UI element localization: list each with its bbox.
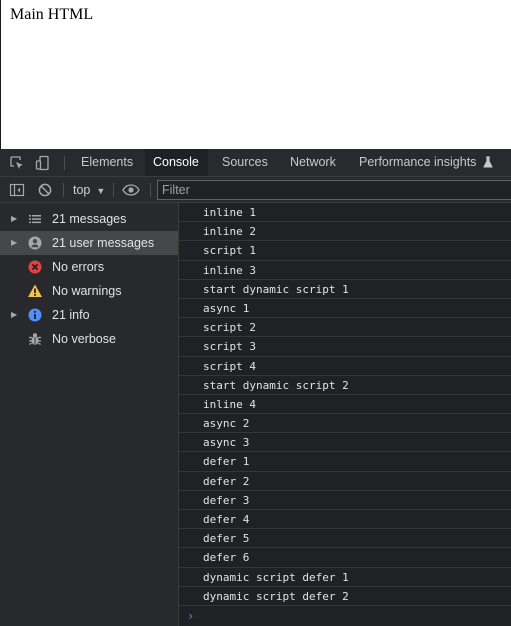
console-message: script 1 — [179, 241, 511, 261]
info-icon — [27, 307, 43, 323]
sidebar-item-errors[interactable]: No errors — [0, 255, 178, 279]
sidebar-item-label: 21 messages — [52, 212, 127, 226]
filter-input[interactable] — [158, 181, 506, 199]
console-message: start dynamic script 1 — [179, 280, 511, 299]
bug-icon — [27, 331, 43, 347]
context-selector[interactable]: top ▼ — [73, 181, 105, 199]
device-toolbar-icon[interactable] — [34, 154, 52, 172]
tab-sources[interactable]: Sources — [214, 149, 276, 176]
tab-performance-insights-label: Performance insights — [359, 155, 477, 169]
devtools-tab-bar: Elements Console Sources Network Perform… — [0, 149, 511, 177]
error-icon — [27, 259, 43, 275]
console-message: defer 2 — [179, 472, 511, 491]
context-label: top — [73, 183, 91, 197]
console-message: script 3 — [179, 337, 511, 357]
toolbar-divider — [64, 156, 65, 170]
sidebar-item-label: 21 info — [52, 308, 90, 322]
tab-console[interactable]: Console — [145, 149, 208, 176]
console-message: inline 2 — [179, 222, 511, 242]
tab-elements[interactable]: Elements — [73, 149, 141, 176]
console-message: defer 3 — [179, 491, 511, 510]
sidebar-item-user-messages[interactable]: ▶ 21 user messages — [0, 231, 178, 255]
sidebar-item-warnings[interactable]: No warnings — [0, 279, 178, 303]
sidebar-item-label: 21 user messages — [52, 236, 155, 250]
sidebar-item-label: No warnings — [52, 284, 122, 298]
tab-performance-insights[interactable]: Performance insights — [351, 149, 493, 176]
console-toolbar: top ▼ — [0, 177, 511, 203]
sidebar-item-info[interactable]: ▶ 21 info — [0, 303, 178, 327]
console-message: defer 1 — [179, 452, 511, 472]
console-message: defer 4 — [179, 510, 511, 530]
console-message: async 1 — [179, 299, 511, 319]
expand-arrow-icon[interactable]: ▶ — [11, 238, 17, 247]
clear-console-icon[interactable] — [36, 181, 54, 199]
flask-icon — [483, 151, 493, 178]
caret-down-icon: ▼ — [96, 186, 106, 196]
list-icon — [27, 211, 43, 227]
sidebar-item-label: No errors — [52, 260, 105, 274]
console-message: inline 1 — [179, 203, 511, 223]
console-message: defer 6 — [179, 548, 511, 568]
tab-network[interactable]: Network — [282, 149, 344, 176]
console-message: start dynamic script 2 — [179, 376, 511, 395]
sidebar-item-verbose[interactable]: No verbose — [0, 327, 178, 351]
console-sidebar: ▶ 21 messages ▶ 21 user messages No erro… — [0, 203, 179, 626]
toolbar-divider — [150, 183, 151, 197]
console-message: dynamic script defer 2 — [179, 587, 511, 606]
expand-arrow-icon[interactable]: ▶ — [11, 310, 17, 319]
inspect-element-icon[interactable] — [8, 154, 26, 172]
console-log: inline 1 inline 2 script 1 inline 3 star… — [179, 203, 511, 626]
filter-box — [157, 180, 511, 200]
sidebar-toggle-icon[interactable] — [8, 181, 26, 199]
sidebar-item-label: No verbose — [52, 332, 116, 346]
prompt-chevron-icon: › — [187, 608, 195, 623]
page-viewport: Main HTML — [0, 0, 511, 149]
console-message: inline 4 — [179, 395, 511, 415]
console-message: script 4 — [179, 357, 511, 376]
console-prompt[interactable]: › — [179, 606, 511, 626]
console-message: async 3 — [179, 433, 511, 453]
user-icon — [27, 235, 43, 251]
sidebar-item-messages[interactable]: ▶ 21 messages — [0, 207, 178, 231]
console-message: dynamic script defer 1 — [179, 568, 511, 587]
console-message: async 2 — [179, 414, 511, 434]
toolbar-divider — [113, 183, 114, 197]
devtools-panel: Elements Console Sources Network Perform… — [0, 149, 511, 626]
console-message: inline 3 — [179, 261, 511, 280]
console-message: defer 5 — [179, 529, 511, 549]
expand-arrow-icon[interactable]: ▶ — [11, 214, 17, 223]
warning-icon — [27, 283, 43, 299]
page-heading: Main HTML — [10, 6, 94, 23]
console-message: script 2 — [179, 318, 511, 338]
live-expression-eye-icon[interactable] — [122, 181, 140, 199]
toolbar-divider — [63, 183, 64, 197]
